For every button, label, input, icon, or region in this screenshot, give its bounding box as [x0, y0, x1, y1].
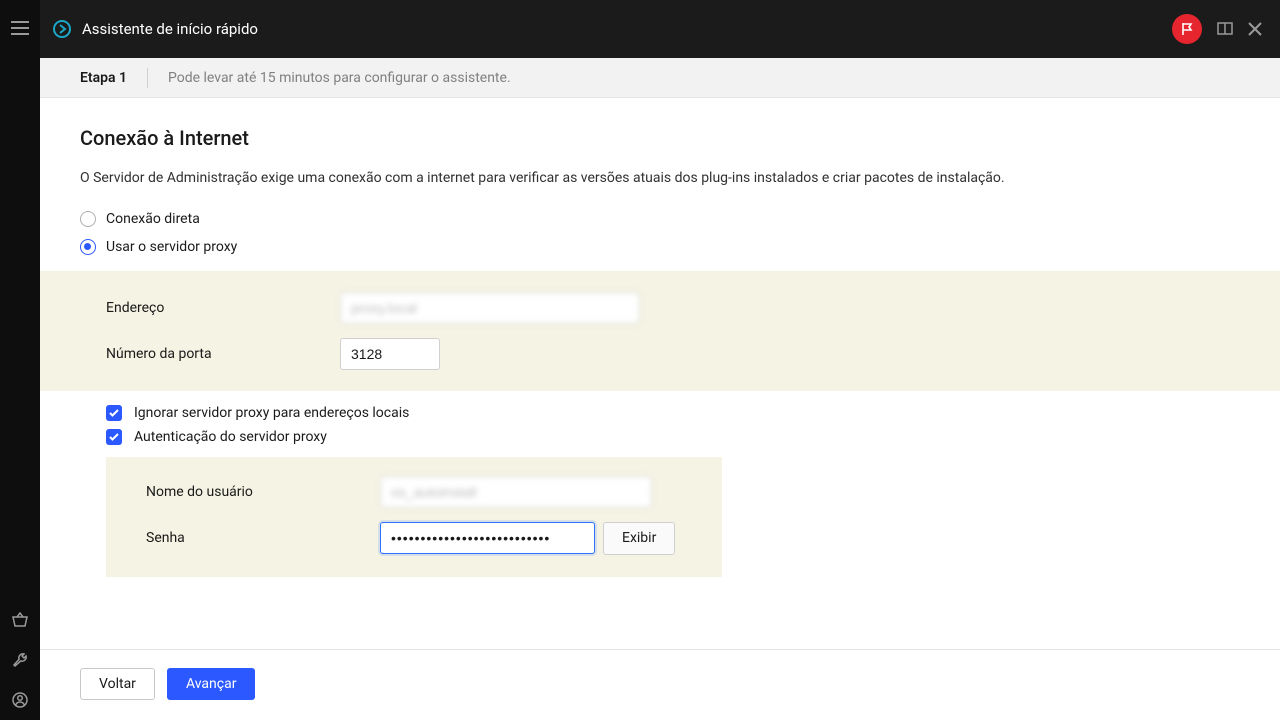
brand-icon [52, 19, 72, 39]
port-label: Número da porta [106, 346, 340, 362]
basket-icon[interactable] [0, 600, 40, 640]
step-bar: Etapa 1 Pode levar até 15 minutos para c… [40, 58, 1280, 98]
divider [147, 68, 148, 88]
flag-button[interactable] [1172, 14, 1202, 44]
page-title: Assistente de início rápido [82, 20, 258, 38]
bookmark-icon[interactable] [1216, 21, 1234, 37]
checkbox-label: Autenticação do servidor proxy [134, 429, 327, 445]
address-label: Endereço [106, 300, 340, 316]
proxy-settings-panel: Endereço Número da porta [40, 271, 1280, 391]
password-label: Senha [146, 530, 380, 546]
username-input[interactable] [380, 476, 652, 508]
app-header: Assistente de início rápido [40, 0, 1280, 58]
next-button[interactable]: Avançar [167, 668, 256, 700]
address-input[interactable] [340, 292, 640, 324]
step-info: Pode levar até 15 minutos para configura… [168, 70, 511, 86]
checkbox-icon [106, 429, 122, 445]
nav-sidebar [0, 0, 40, 720]
proxy-auth-panel: Nome do usuário Senha Exibir [106, 457, 722, 577]
radio-label: Conexão direta [106, 211, 200, 227]
content-area: Conexão à Internet O Servidor de Adminis… [40, 98, 1280, 649]
close-icon[interactable] [1248, 22, 1262, 36]
section-description: O Servidor de Administração exige uma co… [80, 168, 1080, 189]
wrench-icon[interactable] [0, 640, 40, 680]
radio-icon [80, 239, 96, 255]
radio-use-proxy[interactable]: Usar o servidor proxy [80, 235, 1240, 259]
radio-direct-connection[interactable]: Conexão direta [80, 207, 1240, 231]
radio-icon [80, 211, 96, 227]
show-password-button[interactable]: Exibir [603, 522, 675, 555]
step-label: Etapa 1 [80, 70, 127, 86]
checkbox-proxy-auth[interactable]: Autenticação do servidor proxy [80, 425, 1240, 449]
password-input[interactable] [380, 522, 595, 554]
hamburger-icon[interactable] [0, 14, 40, 42]
checkbox-bypass-local[interactable]: Ignorar servidor proxy para endereços lo… [80, 401, 1240, 425]
radio-label: Usar o servidor proxy [106, 239, 237, 255]
checkbox-icon [106, 405, 122, 421]
checkbox-label: Ignorar servidor proxy para endereços lo… [134, 405, 409, 421]
section-title: Conexão à Internet [80, 126, 1240, 150]
back-button[interactable]: Voltar [80, 668, 155, 700]
profile-icon[interactable] [0, 680, 40, 720]
username-label: Nome do usuário [146, 484, 380, 500]
port-input[interactable] [340, 338, 440, 370]
wizard-footer: Voltar Avançar [40, 649, 1280, 720]
